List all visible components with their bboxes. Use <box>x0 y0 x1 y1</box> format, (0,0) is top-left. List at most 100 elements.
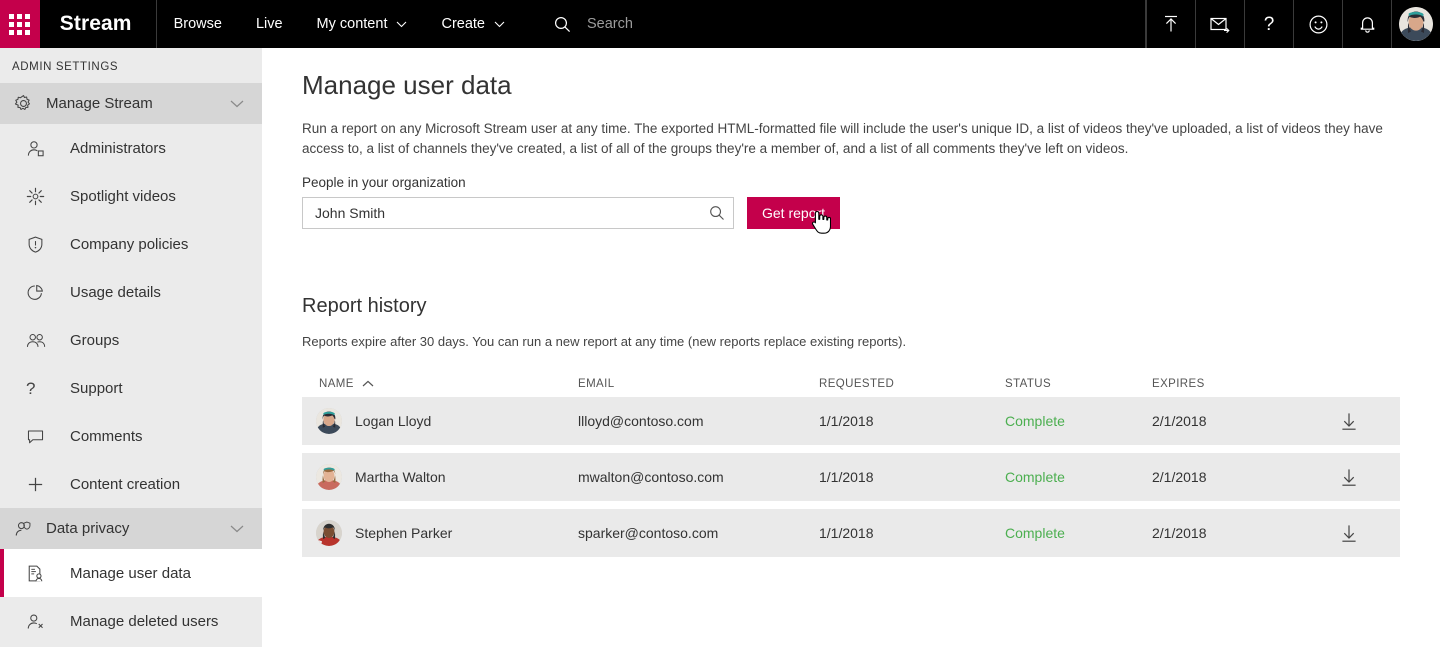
cell-expires: 2/1/2018 <box>1152 413 1207 429</box>
cell-requested: 1/1/2018 <box>819 413 874 429</box>
sidebar-item-administrators[interactable]: Administrators <box>0 124 262 172</box>
sidebar-item-company-policies[interactable]: Company policies <box>0 220 262 268</box>
report-history-title: Report history <box>302 295 427 317</box>
table-row[interactable]: Martha Walton mwalton@contoso.com 1/1/20… <box>302 453 1400 501</box>
cell-name: Stephen Parker <box>302 520 578 546</box>
spotlight-icon <box>26 187 72 206</box>
cell-expires: 2/1/2018 <box>1152 469 1207 485</box>
column-header-name[interactable]: NAME <box>302 378 578 390</box>
user-avatar <box>1399 7 1433 41</box>
sort-ascending-icon <box>362 378 374 390</box>
search-icon <box>554 16 571 33</box>
sidebar-section-title: ADMIN SETTINGS <box>12 61 119 73</box>
app-launcher-grid-icon <box>9 13 31 35</box>
question-mark-icon: ? <box>26 378 36 398</box>
cell-download <box>1330 468 1400 487</box>
column-header-name-label: NAME <box>319 378 354 390</box>
avatar <box>316 520 342 546</box>
sidebar-item-spotlight-videos[interactable]: Spotlight videos <box>0 172 262 220</box>
primary-nav: Browse Live My content Create <box>157 0 522 48</box>
avatar <box>316 408 342 434</box>
sidebar-item-label-comments: Comments <box>70 427 143 445</box>
nav-item-live[interactable]: Live <box>239 0 300 48</box>
brand-logo-stream[interactable]: Stream <box>40 0 157 48</box>
document-user-icon <box>26 564 72 583</box>
sidebar-group-label-data-privacy: Data privacy <box>46 520 130 537</box>
cell-requested: 1/1/2018 <box>819 525 874 541</box>
cell-email: sparker@contoso.com <box>578 525 719 541</box>
shield-icon <box>26 235 72 254</box>
group-people-icon <box>26 331 72 350</box>
sidebar-item-manage-deleted-users[interactable]: Manage deleted users <box>0 597 262 645</box>
sidebar-item-usage-details[interactable]: Usage details <box>0 268 262 316</box>
sidebar-item-content-creation[interactable]: Content creation <box>0 460 262 508</box>
column-header-requested[interactable]: REQUESTED <box>819 378 1005 390</box>
sidebar-item-label-administrators: Administrators <box>70 139 166 157</box>
comment-bubble-icon <box>26 427 72 446</box>
feedback-smiley-icon[interactable] <box>1293 0 1342 48</box>
chevron-down-icon <box>396 21 407 28</box>
people-search-box[interactable] <box>302 197 734 229</box>
sidebar-item-groups[interactable]: Groups <box>0 316 262 364</box>
table-header-row: NAME EMAIL REQUESTED STATUS EXPIRES <box>302 371 1400 397</box>
topbar-action-icons: ? <box>1146 0 1440 48</box>
report-history-table: NAME EMAIL REQUESTED STATUS EXPIRES Loga… <box>302 371 1400 557</box>
cell-email: mwalton@contoso.com <box>578 469 724 485</box>
cell-name-text: Stephen Parker <box>355 525 453 541</box>
notifications-bell-icon[interactable] <box>1342 0 1391 48</box>
sidebar-item-manage-user-data[interactable]: Manage user data <box>0 549 262 597</box>
avatar <box>316 464 342 490</box>
nav-label-create: Create <box>441 16 485 32</box>
app-launcher-button[interactable] <box>0 0 40 48</box>
nav-item-my-content[interactable]: My content <box>300 0 425 48</box>
upload-icon[interactable] <box>1146 0 1195 48</box>
cell-requested: 1/1/2018 <box>819 469 874 485</box>
page-title: Manage user data <box>302 70 512 100</box>
people-search-input[interactable] <box>313 204 703 222</box>
admin-sidebar: ADMIN SETTINGS Manage Stream Administrat… <box>0 48 262 647</box>
download-icon[interactable] <box>1340 468 1358 487</box>
column-header-email[interactable]: EMAIL <box>578 378 819 390</box>
nav-item-browse[interactable]: Browse <box>157 0 239 48</box>
cell-name-text: Logan Lloyd <box>355 413 432 429</box>
sidebar-item-label-content-creation: Content creation <box>70 475 181 493</box>
page-description: Run a report on any Microsoft Stream use… <box>302 121 1383 156</box>
user-delete-icon <box>26 612 72 631</box>
status-badge: Complete <box>1005 525 1065 541</box>
pie-chart-icon <box>26 283 72 302</box>
nav-item-create[interactable]: Create <box>424 0 522 48</box>
cell-expires: 2/1/2018 <box>1152 525 1207 541</box>
status-badge: Complete <box>1005 469 1065 485</box>
download-icon[interactable] <box>1340 412 1358 431</box>
cell-name-text: Martha Walton <box>355 469 446 485</box>
chevron-down-icon <box>494 21 505 28</box>
report-request-row: Get report <box>302 197 1400 229</box>
cell-name: Logan Lloyd <box>302 408 578 434</box>
help-icon[interactable]: ? <box>1244 0 1293 48</box>
brand-label: Stream <box>59 12 132 35</box>
cell-name: Martha Walton <box>302 464 578 490</box>
sidebar-group-data-privacy[interactable]: Data privacy <box>0 508 262 549</box>
sidebar-item-support[interactable]: ? Support <box>0 364 262 412</box>
people-field-label: People in your organization <box>302 175 466 190</box>
status-badge: Complete <box>1005 413 1065 429</box>
column-header-status[interactable]: STATUS <box>1005 378 1152 390</box>
table-row[interactable]: Logan Lloyd llloyd@contoso.com 1/1/2018 … <box>302 397 1400 445</box>
download-icon[interactable] <box>1340 524 1358 543</box>
cell-download <box>1330 524 1400 543</box>
report-history-description: Reports expire after 30 days. You can ru… <box>302 334 907 349</box>
user-avatar-button[interactable] <box>1391 0 1440 48</box>
search-icon[interactable] <box>703 205 725 221</box>
global-search[interactable] <box>532 0 1146 48</box>
sidebar-item-label-manage-user-data: Manage user data <box>70 564 191 582</box>
get-report-button[interactable]: Get report <box>747 197 841 229</box>
mail-icon[interactable] <box>1195 0 1244 48</box>
column-header-expires[interactable]: EXPIRES <box>1152 378 1330 390</box>
sidebar-item-label-manage-deleted-users: Manage deleted users <box>70 612 219 630</box>
chevron-down-icon <box>230 95 244 113</box>
sidebar-item-comments[interactable]: Comments <box>0 412 262 460</box>
sidebar-group-manage-stream[interactable]: Manage Stream <box>0 83 262 124</box>
sidebar-item-label-groups: Groups <box>70 331 120 349</box>
table-row[interactable]: Stephen Parker sparker@contoso.com 1/1/2… <box>302 509 1400 557</box>
search-input[interactable] <box>585 15 1145 33</box>
